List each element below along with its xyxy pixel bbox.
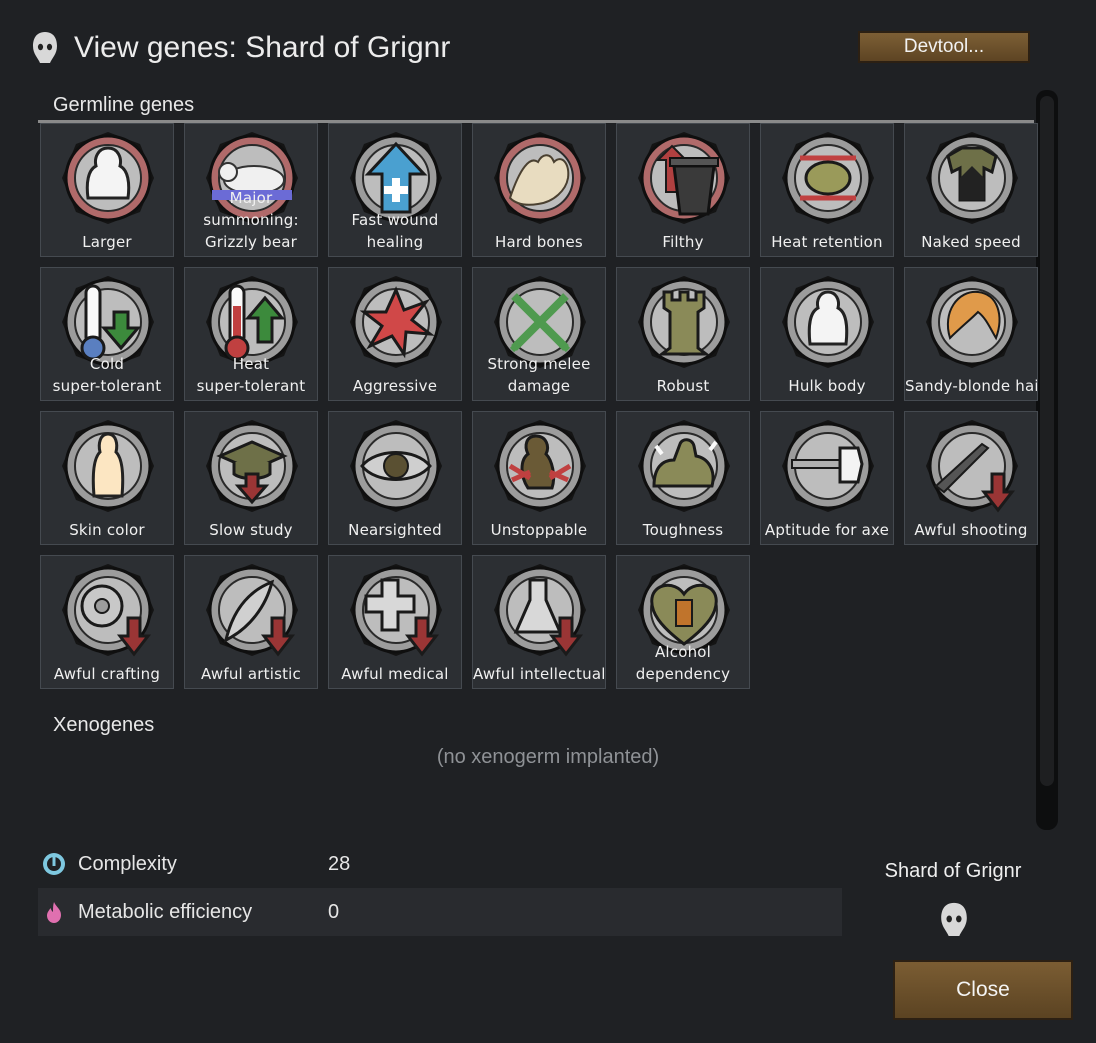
complexity-icon — [43, 853, 65, 875]
gene-label: Awful intellectual — [473, 665, 605, 683]
graduation-cap-icon — [206, 420, 298, 512]
gene-label: Sandy-blonde hair — [905, 377, 1037, 395]
gene-label: Fast wound healing — [351, 211, 439, 251]
gene-label: Alcohol dependency — [635, 643, 731, 683]
gene-tile[interactable]: Skin color — [40, 411, 174, 545]
xenogenes-heading: Xenogenes — [53, 714, 155, 736]
gene-tile[interactable]: Hulk body — [760, 267, 894, 401]
gene-label: Slow study — [209, 521, 293, 539]
head-silhouette-icon — [941, 902, 967, 936]
gene-tile[interactable]: Awful shooting — [904, 411, 1038, 545]
naked-speed-icon — [926, 132, 1018, 224]
gene-label: Unstoppable — [490, 521, 588, 539]
hair-icon — [926, 276, 1018, 368]
germline-heading: Germline genes — [53, 94, 195, 116]
stat-row-metabolic-efficiency[interactable]: Metabolic efficiency 0 — [38, 888, 842, 936]
burst-icon — [350, 276, 442, 368]
flame-icon — [47, 902, 61, 923]
head-silhouette-icon — [33, 32, 57, 63]
gene-tile[interactable]: Awful crafting — [40, 555, 174, 689]
larger-icon — [62, 132, 154, 224]
gene-label: Toughness — [642, 521, 724, 539]
axe-icon — [782, 420, 874, 512]
gene-label: Awful crafting — [53, 665, 161, 683]
gene-tile[interactable]: Unstoppable — [472, 411, 606, 545]
gene-label: Heat super-tolerant — [196, 355, 306, 395]
gene-tile[interactable]: Filthy — [616, 123, 750, 257]
gene-tile[interactable]: Hard bones — [472, 123, 606, 257]
gene-tile[interactable]: Heat super-tolerant — [184, 267, 318, 401]
bones-icon — [494, 132, 586, 224]
gear-down-icon — [62, 564, 154, 657]
gene-tile[interactable]: Awful medical — [328, 555, 462, 689]
gene-label: Heat retention — [771, 233, 883, 251]
gene-label: Cold super-tolerant — [52, 355, 162, 395]
skin-color-icon — [62, 420, 154, 512]
gene-label: Hard bones — [495, 233, 583, 251]
flask-down-icon — [494, 564, 586, 657]
gene-tile[interactable]: Toughness — [616, 411, 750, 545]
gene-label: Strong melee damage — [487, 355, 591, 395]
stat-value: 0 — [328, 900, 340, 923]
gene-tile[interactable]: Awful artistic — [184, 555, 318, 689]
close-button[interactable]: Close — [893, 960, 1073, 1020]
gene-label: Aggressive — [352, 377, 438, 395]
gene-label: Skin color — [69, 521, 145, 539]
gene-label: Awful shooting — [914, 521, 1028, 539]
gene-label: Larger — [82, 233, 132, 251]
pawn-name: Shard of Grignr — [884, 860, 1022, 882]
no-xenogerm-text: (no xenogerm implanted) — [436, 746, 660, 768]
trash-can-icon — [638, 132, 730, 224]
gene-label: Robust — [656, 377, 710, 395]
gene-tile[interactable]: Awful intellectual — [472, 555, 606, 689]
tower-icon — [638, 276, 730, 368]
gene-label: Naked speed — [921, 233, 1021, 251]
gene-tile[interactable]: Naked speed — [904, 123, 1038, 257]
gene-tile[interactable]: Heat retention — [760, 123, 894, 257]
eye-icon — [350, 420, 442, 512]
gene-label: Awful medical — [341, 665, 449, 683]
quill-down-icon — [206, 564, 298, 657]
gene-tile[interactable]: Major summoning: Grizzly bear — [184, 123, 318, 257]
gene-label: Major summoning: Grizzly bear — [203, 189, 299, 251]
gene-tile[interactable]: Sandy-blonde hair — [904, 267, 1038, 401]
window-header: View genes: Shard of Grignr — [30, 28, 450, 68]
gene-tile[interactable]: Strong melee damage — [472, 267, 606, 401]
stat-value: 28 — [328, 852, 351, 875]
gene-tile[interactable]: Robust — [616, 267, 750, 401]
scrollbar[interactable] — [1036, 90, 1058, 830]
gene-tile[interactable]: Fast wound healing — [328, 123, 462, 257]
gene-tile[interactable]: Cold super-tolerant — [40, 267, 174, 401]
brain-heat-icon — [782, 132, 874, 224]
scrollbar-thumb[interactable] — [1040, 96, 1054, 786]
stat-row-complexity[interactable]: Complexity 28 — [38, 840, 842, 888]
gene-tile[interactable]: Nearsighted — [328, 411, 462, 545]
unstoppable-icon — [494, 420, 586, 512]
stat-name: Complexity — [78, 852, 177, 875]
stat-name: Metabolic efficiency — [78, 900, 253, 923]
gene-label: Awful artistic — [201, 665, 301, 683]
gene-tile[interactable]: Alcohol dependency — [616, 555, 750, 689]
rifle-down-icon — [926, 420, 1018, 513]
gene-tile[interactable]: Aggressive — [328, 267, 462, 401]
gene-tile[interactable]: Aptitude for axe — [760, 411, 894, 545]
gene-label: Aptitude for axe — [764, 521, 890, 539]
hulk-body-icon — [782, 276, 874, 368]
gene-label: Hulk body — [788, 377, 866, 395]
gene-tile[interactable]: Slow study — [184, 411, 318, 545]
window-title: View genes: Shard of Grignr — [74, 31, 451, 64]
cross-down-icon — [350, 564, 442, 657]
gene-label: Filthy — [662, 233, 704, 251]
devtool-button[interactable]: Devtool... — [858, 31, 1030, 63]
gene-tile[interactable]: Larger — [40, 123, 174, 257]
flexed-arm-icon — [638, 420, 730, 512]
gene-label: Nearsighted — [348, 521, 442, 539]
